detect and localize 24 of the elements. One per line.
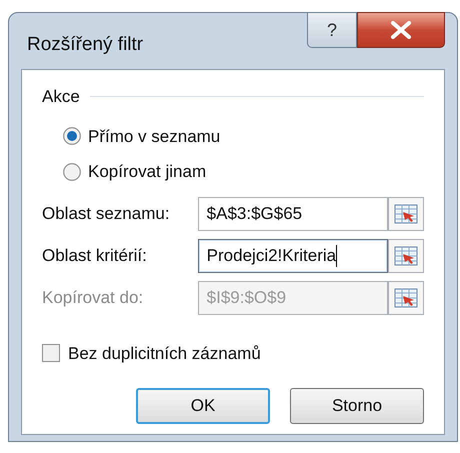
close-icon <box>390 21 412 39</box>
close-button[interactable] <box>357 12 445 48</box>
range-picker-button[interactable] <box>388 196 424 230</box>
field-label: Oblast seznamu: <box>42 202 171 225</box>
help-button[interactable]: ? <box>307 12 357 48</box>
radio-label: Přímo v seznamu <box>88 126 220 148</box>
range-picker-button[interactable] <box>388 238 424 272</box>
collapse-dialog-icon <box>394 204 418 224</box>
window-title: Rozšířený filtr <box>27 33 144 57</box>
dialog-button[interactable]: OK <box>136 388 270 424</box>
collapse-dialog-icon <box>394 288 418 308</box>
field-label: Oblast kritérií: <box>42 244 148 267</box>
field-label: Kopírovat do: <box>42 286 144 309</box>
dialog-button[interactable]: Storno <box>290 388 424 424</box>
checkbox[interactable] <box>42 344 60 362</box>
input-field[interactable]: Prodejci2!Kriteria <box>198 238 388 272</box>
checkbox-label: Bez duplicitních záznamů <box>68 342 261 364</box>
radio-label: Kopírovat jinam <box>88 161 206 183</box>
collapse-dialog-icon <box>394 246 418 266</box>
range-picker-button[interactable] <box>388 280 424 314</box>
radio-button[interactable] <box>62 126 82 146</box>
group-title: Akce <box>42 86 80 108</box>
radio-button[interactable] <box>62 162 82 182</box>
input-field[interactable]: $A$3:$G$65 <box>198 196 388 230</box>
